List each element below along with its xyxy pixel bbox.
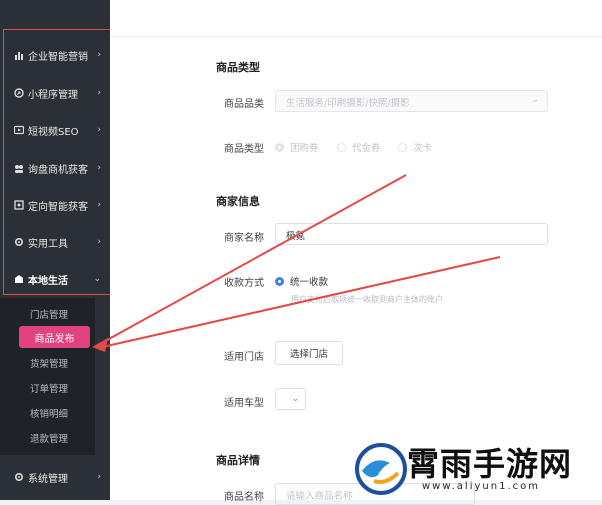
annotation-arrow-head: [92, 338, 108, 352]
watermark-logo: 霄雨手游网 www.aliyun1.com: [352, 437, 602, 500]
annotation-arrows: [92, 174, 501, 352]
watermark-url: www.aliyun1.com: [422, 481, 540, 492]
annotation-arrow-line: [97, 256, 501, 349]
watermark-brand: 霄雨手游网: [407, 445, 573, 483]
annotation-arrow-line: [97, 174, 407, 346]
brand-swirl-icon: [355, 443, 407, 495]
